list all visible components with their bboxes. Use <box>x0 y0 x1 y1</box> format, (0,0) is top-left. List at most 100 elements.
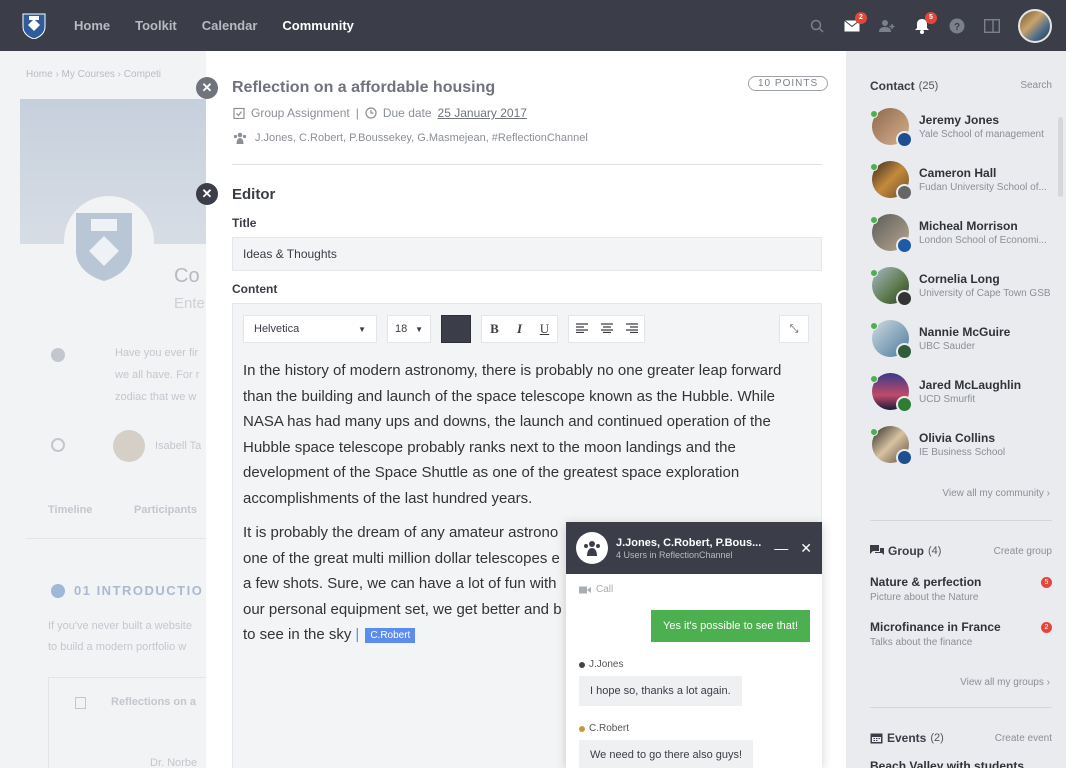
contact-name: Nannie McGuire <box>919 325 1011 339</box>
contact-label: Contact <box>870 79 915 93</box>
mail-badge: 2 <box>855 12 867 24</box>
assignment-meta: Group Assignment | Due date 25 January 2… <box>233 106 527 120</box>
chevron-right-icon: › <box>1046 677 1050 688</box>
help-icon[interactable]: ? <box>948 17 966 35</box>
tab-timeline[interactable]: Timeline <box>48 504 92 516</box>
divider <box>870 520 1052 521</box>
expand-icon[interactable]: ⤡ <box>779 315 809 343</box>
message-bubble: I hope so, thanks a lot again. <box>579 676 742 706</box>
close-editor-button[interactable]: ✕ <box>196 183 218 205</box>
user-avatar[interactable] <box>1018 9 1052 43</box>
view-community-label: View all my community <box>942 488 1044 499</box>
content-label: Content <box>232 282 278 296</box>
contact-school: UBC Sauder <box>919 341 976 352</box>
view-community-link[interactable]: View all my community › <box>942 488 1050 499</box>
create-group-link[interactable]: Create group <box>994 546 1052 557</box>
text-color-picker[interactable] <box>441 315 471 343</box>
contact-item[interactable]: Cornelia Long University of Cape Town GSB <box>870 267 1051 307</box>
nav-community[interactable]: Community <box>282 18 354 33</box>
create-event-link[interactable]: Create event <box>995 733 1052 744</box>
chat-bubbles-icon <box>870 545 884 555</box>
contact-avatar <box>870 267 913 307</box>
close-assignment-button[interactable]: ✕ <box>196 77 218 99</box>
layout-panel-icon[interactable] <box>983 17 1001 35</box>
search-icon[interactable] <box>808 17 826 35</box>
desc-line: zodiac that we w <box>115 391 197 403</box>
event-name[interactable]: Beach Valley with students <box>870 759 1024 768</box>
school-logo-icon <box>896 237 913 254</box>
online-indicator <box>870 269 878 277</box>
align-right-icon[interactable] <box>619 316 644 342</box>
add-user-icon[interactable] <box>878 17 896 35</box>
minimize-icon[interactable]: — <box>774 540 788 557</box>
message-sender: C.Robert <box>579 723 629 734</box>
group-item[interactable]: Microfinance in France Talks about the f… <box>870 620 1052 648</box>
bell-icon[interactable]: 5 <box>913 12 937 35</box>
contact-school: University of Cape Town GSB <box>919 288 1051 299</box>
chat-header[interactable]: J.Jones, C.Robert, P.Bous... 4 Users in … <box>566 522 822 574</box>
call-button[interactable]: Call <box>579 584 613 595</box>
contact-item[interactable]: Olivia Collins IE Business School <box>870 426 1005 466</box>
align-left-icon[interactable] <box>569 316 594 342</box>
underline-button[interactable]: U <box>532 316 557 342</box>
bold-button[interactable]: B <box>482 316 507 342</box>
close-icon[interactable]: ✕ <box>800 540 812 557</box>
school-logo-icon <box>896 396 913 413</box>
desc-line: Have you ever fir <box>115 347 199 359</box>
user-circle-icon <box>51 438 65 452</box>
contact-item[interactable]: Micheal Morrison London School of Economi… <box>870 214 1047 254</box>
italic-button[interactable]: I <box>507 316 532 342</box>
events-heading: Events (2) <box>870 731 944 745</box>
view-groups-link[interactable]: View all my groups › <box>960 677 1050 688</box>
sender-name: J.Jones <box>589 659 624 670</box>
title-input[interactable]: Ideas & Thoughts <box>232 237 822 271</box>
font-select[interactable]: Helvetica ▼ <box>243 315 377 343</box>
online-indicator <box>870 163 878 171</box>
contact-name: Olivia Collins <box>919 431 996 445</box>
align-group <box>568 315 645 343</box>
title-label: Title <box>232 216 257 230</box>
tab-participants[interactable]: Participants <box>134 504 197 516</box>
due-date-link[interactable]: 25 January 2017 <box>438 106 527 120</box>
online-indicator <box>870 428 878 436</box>
svg-text:?: ? <box>954 22 960 33</box>
group-item[interactable]: Nature & perfection Picture about the Na… <box>870 575 1052 603</box>
clock-icon <box>365 107 377 119</box>
message-bubble: We need to go there also guys! <box>579 740 754 768</box>
contact-item[interactable]: Nannie McGuire UBC Sauder <box>870 320 1011 360</box>
editor-toolbar: Helvetica ▼ 18 ▼ B I U <box>243 315 645 343</box>
card-title: Reflections on a <box>111 696 196 708</box>
breadcrumb: Home › My Courses › Competi <box>26 69 162 80</box>
chat-subtitle: 4 Users in ReflectionChannel <box>616 550 733 560</box>
sender-dot <box>579 661 585 668</box>
contact-search-link[interactable]: Search <box>1020 80 1052 91</box>
contact-name: Cornelia Long <box>919 272 1000 286</box>
meta-divider: | <box>355 106 359 120</box>
chevron-circle-icon <box>51 584 65 598</box>
chevron-right-icon: › <box>1046 488 1050 499</box>
events-label: Events <box>887 731 927 745</box>
section-title: 01 INTRODUCTIO <box>74 583 204 598</box>
nav-calendar[interactable]: Calendar <box>202 18 258 33</box>
assignment-type: Group Assignment <box>251 106 350 120</box>
call-label: Call <box>596 584 614 595</box>
contact-item[interactable]: Jeremy Jones Yale School of management <box>870 108 1044 148</box>
font-size-select[interactable]: 18 ▼ <box>387 315 431 343</box>
instructor-avatar <box>113 430 145 462</box>
assignment-card[interactable] <box>48 677 206 768</box>
contact-item[interactable]: Cameron Hall Fudan University School of..… <box>870 161 1047 201</box>
message-sender: J.Jones <box>579 659 623 670</box>
contact-item[interactable]: Jared McLaughlin UCD Smurfit <box>870 373 1021 413</box>
group-desc: Talks about the finance <box>870 637 973 648</box>
online-indicator <box>870 322 878 330</box>
nav-toolkit[interactable]: Toolkit <box>135 18 177 33</box>
contact-school: UCD Smurfit <box>919 394 976 405</box>
yale-logo-icon[interactable] <box>22 13 46 40</box>
align-center-icon[interactable] <box>594 316 619 342</box>
nav-home[interactable]: Home <box>74 18 110 33</box>
mail-icon[interactable]: 2 <box>843 12 867 35</box>
section-text: to build a modern portfolio w <box>48 641 187 653</box>
group-desc: Picture about the Nature <box>870 592 979 603</box>
desc-line: we all have. For r <box>115 369 200 381</box>
sidebar-scrollbar[interactable] <box>1058 117 1063 197</box>
